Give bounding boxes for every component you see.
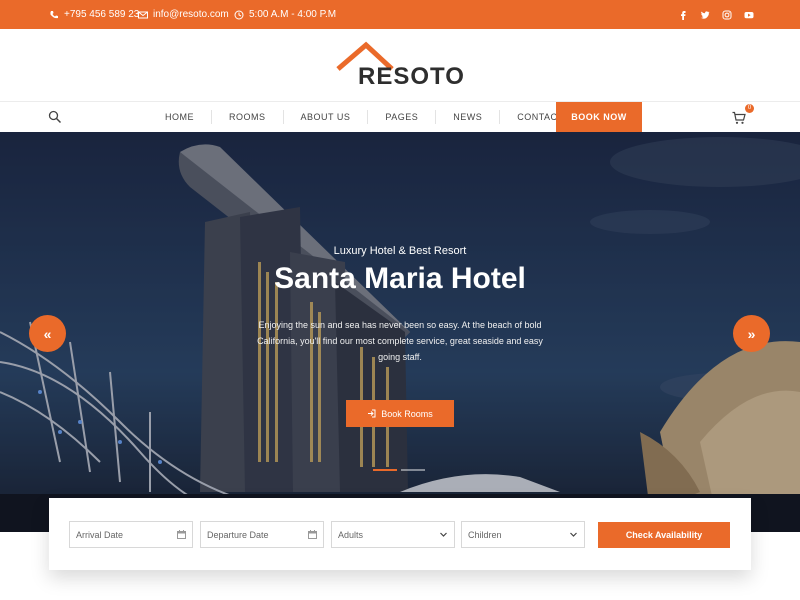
youtube-icon[interactable] [743, 9, 754, 20]
departure-date-field[interactable]: Departure Date [200, 521, 324, 548]
nav-item-news[interactable]: NEWS [436, 110, 501, 124]
phone-info[interactable]: +795 456 589 23 [49, 0, 139, 29]
shopping-cart-icon [732, 111, 746, 124]
top-bar: +795 456 589 23 info@resoto.com 5:00 A.M… [0, 0, 800, 29]
slider-next-button[interactable]: » [733, 315, 770, 352]
phone-text: +795 456 589 23 [64, 9, 140, 20]
book-rooms-button[interactable]: Book Rooms [346, 400, 454, 427]
search-icon[interactable] [48, 110, 62, 124]
arrival-date-placeholder: Arrival Date [76, 529, 124, 540]
main-nav: HOME ROOMS ABOUT US PAGES NEWS CONTACT B… [0, 102, 800, 132]
email-info[interactable]: info@resoto.com [138, 0, 229, 29]
nav-item-home[interactable]: HOME [148, 110, 212, 124]
slider-dot[interactable] [373, 469, 397, 471]
nav-menu: HOME ROOMS ABOUT US PAGES NEWS CONTACT [148, 102, 581, 132]
cart-count-badge: 0 [745, 104, 754, 113]
chevron-double-right-icon: » [747, 325, 756, 342]
instagram-icon[interactable] [721, 9, 732, 20]
envelope-icon [138, 11, 148, 18]
children-selected-value: Children [468, 529, 502, 540]
chevron-down-icon [570, 532, 577, 537]
hero-slider: Luxury Hotel & Best Resort Santa Maria H… [0, 132, 800, 532]
hero-description: Enjoying the sun and sea has never been … [257, 320, 543, 362]
twitter-icon[interactable] [699, 9, 710, 20]
hero-title: Santa Maria Hotel [274, 262, 526, 295]
email-text: info@resoto.com [153, 9, 229, 20]
facebook-icon[interactable] [677, 9, 688, 20]
book-now-button[interactable]: BOOK NOW [556, 102, 642, 132]
slider-prev-button[interactable]: « [29, 315, 66, 352]
check-availability-button[interactable]: Check Availability [598, 522, 730, 548]
nav-item-about-us[interactable]: ABOUT US [284, 110, 369, 124]
nav-item-pages[interactable]: PAGES [368, 110, 437, 124]
clock-icon [234, 10, 244, 19]
departure-date-placeholder: Departure Date [207, 529, 269, 540]
slider-dot[interactable] [401, 469, 425, 471]
hero-subtitle: Luxury Hotel & Best Resort [333, 245, 467, 257]
header: RESOTO [0, 29, 800, 102]
cart-button[interactable]: 0 [732, 104, 754, 125]
calendar-icon [308, 530, 317, 539]
book-rooms-label: Book Rooms [381, 408, 433, 419]
children-select[interactable]: Children [461, 521, 585, 548]
booking-form: Arrival Date Departure Date Adults Child… [49, 498, 751, 570]
adults-selected-value: Adults [338, 529, 364, 540]
hours-text: 5:00 A.M - 4:00 P.M [249, 9, 337, 20]
phone-icon [50, 10, 58, 18]
brand-name: RESOTO [358, 63, 465, 90]
site-logo[interactable]: RESOTO [336, 41, 468, 91]
chevron-down-icon [440, 532, 447, 537]
arrival-date-field[interactable]: Arrival Date [69, 521, 193, 548]
login-icon [368, 409, 376, 418]
nav-item-rooms[interactable]: ROOMS [212, 110, 284, 124]
social-links [677, 0, 754, 29]
adults-select[interactable]: Adults [331, 521, 455, 548]
calendar-icon [177, 530, 186, 539]
slider-pagination [373, 469, 425, 471]
hours-info: 5:00 A.M - 4:00 P.M [234, 0, 336, 29]
chevron-double-left-icon: « [43, 325, 52, 342]
